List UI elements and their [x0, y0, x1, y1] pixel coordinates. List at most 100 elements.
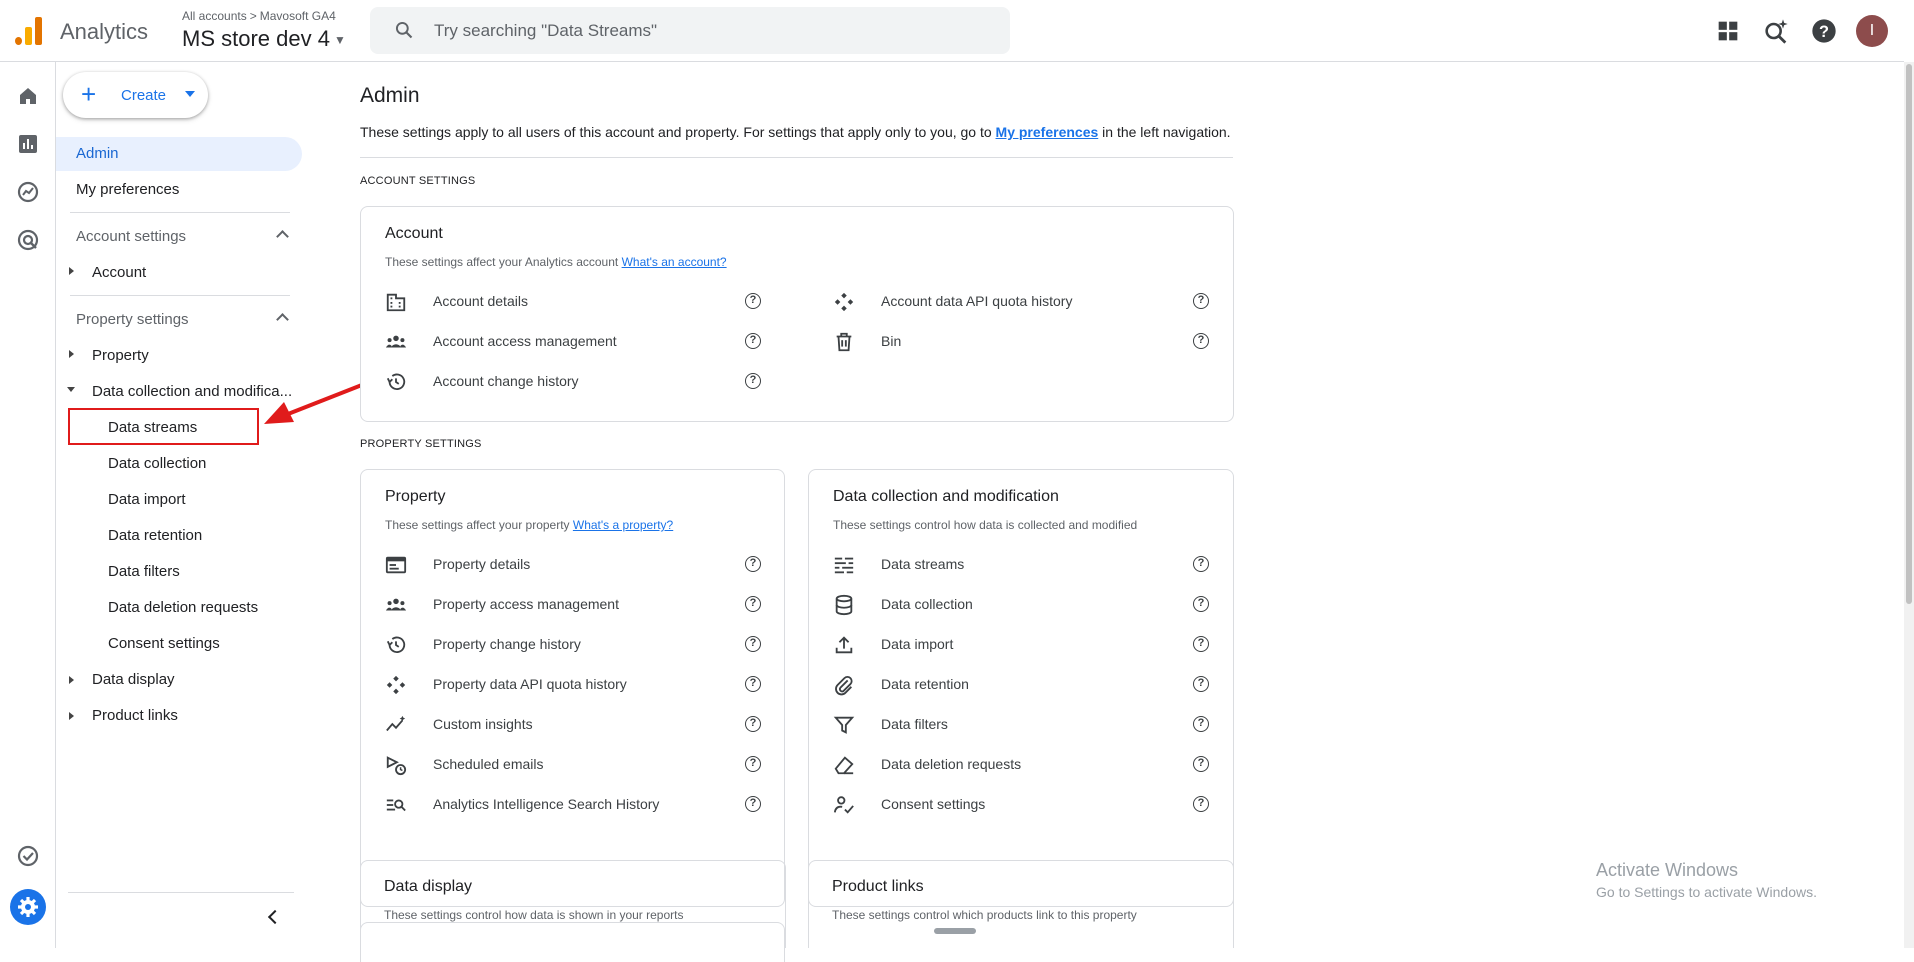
expand-arrow-icon[interactable] [69, 712, 74, 720]
data-filters-row[interactable]: Data filters ? [833, 712, 1213, 738]
help-circle-icon[interactable]: ? [745, 293, 761, 309]
expand-arrow-icon[interactable] [69, 350, 74, 358]
create-button[interactable]: + Create [63, 72, 208, 118]
breadcrumb[interactable]: All accounts > Mavosoft GA4 [182, 9, 336, 23]
help-circle-icon[interactable]: ? [745, 333, 761, 349]
person-check-icon [833, 796, 854, 814]
help-circle-icon[interactable]: ? [745, 716, 761, 732]
expand-arrow-icon[interactable] [69, 267, 74, 275]
scheduled-emails-row[interactable]: Scheduled emails ? [385, 752, 765, 778]
property-access-management-row[interactable]: Property access management ? [385, 592, 765, 618]
help-circle-icon[interactable]: ? [1193, 333, 1209, 349]
data-retention-row[interactable]: Data retention ? [833, 672, 1213, 698]
consent-settings-row[interactable]: Consent settings ? [833, 792, 1213, 818]
help-circle-icon[interactable]: ? [745, 636, 761, 652]
explore-icon[interactable] [16, 180, 40, 204]
property-data-api-quota-row[interactable]: Property data API quota history ? [385, 672, 765, 698]
section-property-settings[interactable]: Property settings [76, 311, 189, 328]
help-circle-icon[interactable]: ? [1193, 676, 1209, 692]
help-icon[interactable]: ? [1810, 17, 1838, 45]
help-circle-icon[interactable]: ? [745, 676, 761, 692]
row-label: Bin [881, 333, 902, 349]
chevron-up-icon[interactable] [276, 230, 289, 243]
divider [360, 157, 1233, 158]
data-collection-row[interactable]: Data collection ? [833, 592, 1213, 618]
annotation-highlight-box [68, 408, 259, 445]
help-circle-icon[interactable]: ? [1193, 293, 1209, 309]
row-label: Data collection [881, 596, 973, 612]
nav-item-account[interactable]: Account [92, 264, 146, 281]
section-account-settings[interactable]: Account settings [76, 228, 186, 245]
collapse-nav-icon[interactable] [267, 909, 283, 925]
search-bar[interactable]: Try searching "Data Streams" [370, 7, 1010, 54]
scrollbar-thumb[interactable] [1906, 64, 1912, 604]
row-label: Consent settings [881, 796, 986, 812]
account-access-management-row[interactable]: Account access management ? [385, 329, 765, 355]
chevron-up-icon[interactable] [276, 313, 289, 326]
account-data-api-quota-row[interactable]: Account data API quota history ? [833, 289, 1213, 315]
reports-icon[interactable] [16, 132, 40, 156]
help-circle-icon[interactable]: ? [1193, 756, 1209, 772]
nav-item-data-display[interactable]: Data display [92, 671, 175, 688]
nav-sub-consent-settings[interactable]: Consent settings [108, 635, 220, 652]
row-label: Property change history [433, 636, 581, 652]
page-desc-text: These settings apply to all users of thi… [360, 124, 996, 140]
whats-an-account-link[interactable]: What's an account? [622, 255, 727, 269]
help-circle-icon[interactable]: ? [745, 756, 761, 772]
help-circle-icon[interactable]: ? [745, 596, 761, 612]
avatar[interactable]: I [1856, 15, 1888, 47]
whats-a-property-link[interactable]: What's a property? [573, 518, 673, 532]
upload-icon [835, 636, 853, 654]
nav-sub-data-filters[interactable]: Data filters [108, 563, 180, 580]
advertising-icon[interactable] [16, 228, 40, 252]
data-collection-modification-card: Data collection and modification These s… [808, 469, 1234, 907]
horizontal-scroll-handle[interactable] [934, 928, 976, 934]
scheduled-send-icon [386, 756, 407, 776]
page-desc-text-end: in the left navigation. [1098, 124, 1231, 140]
eraser-icon [834, 756, 854, 775]
vertical-scrollbar[interactable] [1904, 62, 1914, 948]
data-streams-row[interactable]: Data streams ? [833, 552, 1213, 578]
breadcrumb-account[interactable]: Mavosoft GA4 [260, 9, 336, 23]
property-selector[interactable]: MS store dev 4 ▼ [182, 26, 346, 52]
nav-item-product-links[interactable]: Product links [92, 707, 178, 724]
bin-row[interactable]: Bin ? [833, 329, 1213, 355]
help-circle-icon[interactable]: ? [745, 556, 761, 572]
property-settings-heading: PROPERTY SETTINGS [360, 438, 482, 450]
search-insights-icon[interactable] [1762, 17, 1790, 45]
home-icon[interactable] [16, 84, 40, 108]
nav-item-property[interactable]: Property [92, 347, 149, 364]
svg-text:?: ? [1819, 23, 1829, 41]
nav-item-admin[interactable]: Admin [56, 137, 302, 171]
nav-sub-data-import[interactable]: Data import [108, 491, 186, 508]
nav-sub-data-deletion-requests[interactable]: Data deletion requests [108, 599, 258, 616]
chevron-down-icon: ▼ [333, 33, 346, 48]
search-history-row[interactable]: Analytics Intelligence Search History ? [385, 792, 765, 818]
help-circle-icon[interactable]: ? [1193, 796, 1209, 812]
my-preferences-link[interactable]: My preferences [996, 124, 1099, 140]
help-circle-icon[interactable]: ? [745, 373, 761, 389]
analytics-logo-icon[interactable] [15, 17, 43, 45]
help-circle-icon[interactable]: ? [1193, 636, 1209, 652]
account-details-row[interactable]: Account details ? [385, 289, 765, 315]
custom-insights-row[interactable]: Custom insights ? [385, 712, 765, 738]
product-links-card-frame [808, 860, 1234, 948]
help-circle-icon[interactable]: ? [1193, 716, 1209, 732]
checklist-icon[interactable] [16, 844, 40, 868]
breadcrumb-all-accounts[interactable]: All accounts [182, 9, 247, 23]
expand-arrow-icon[interactable] [69, 676, 74, 684]
property-change-history-row[interactable]: Property change history ? [385, 632, 765, 658]
help-circle-icon[interactable]: ? [745, 796, 761, 812]
data-deletion-requests-row[interactable]: Data deletion requests ? [833, 752, 1213, 778]
nav-item-my-preferences[interactable]: My preferences [76, 181, 179, 198]
data-import-row[interactable]: Data import ? [833, 632, 1213, 658]
nav-sub-data-retention[interactable]: Data retention [108, 527, 202, 544]
apps-grid-icon[interactable] [1714, 17, 1742, 45]
property-details-row[interactable]: Property details ? [385, 552, 765, 578]
help-circle-icon[interactable]: ? [1193, 596, 1209, 612]
help-circle-icon[interactable]: ? [1193, 556, 1209, 572]
collapse-arrow-icon[interactable] [67, 387, 75, 392]
admin-gear-button[interactable] [10, 889, 46, 925]
account-change-history-row[interactable]: Account change history ? [385, 369, 765, 395]
nav-sub-data-collection[interactable]: Data collection [108, 455, 206, 472]
